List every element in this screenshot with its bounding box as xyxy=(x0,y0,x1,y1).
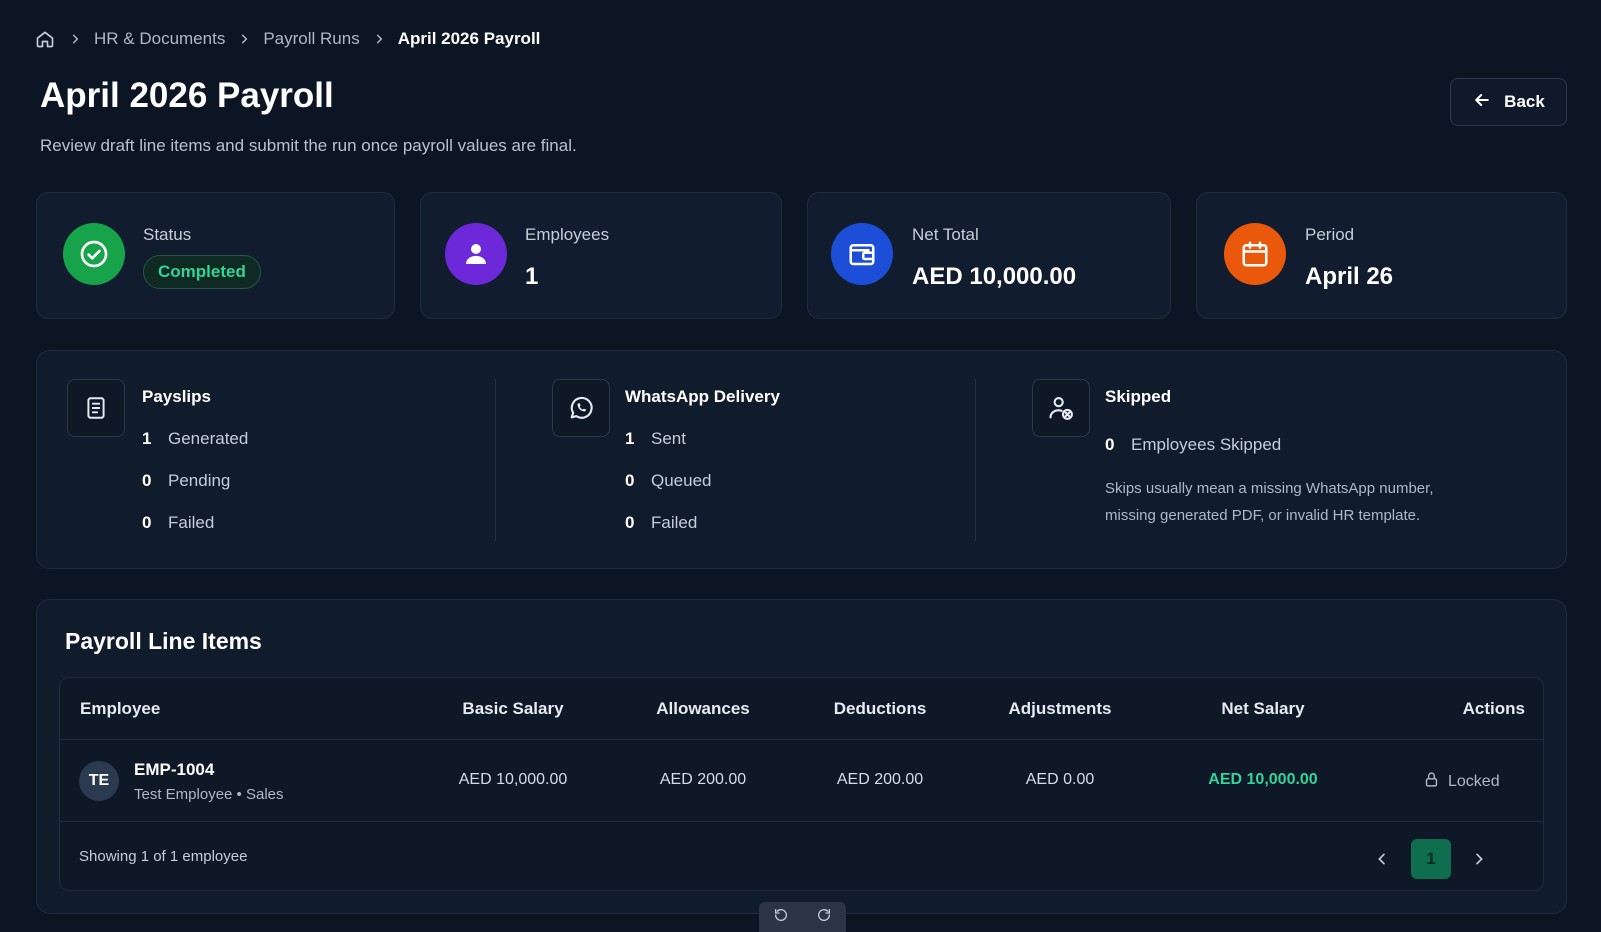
rotate-left-icon[interactable] xyxy=(773,907,789,928)
stat-value: AED 10,000.00 xyxy=(912,263,1077,290)
column-header: Allowances xyxy=(656,699,750,718)
user-remove-icon xyxy=(1032,379,1090,437)
home-icon[interactable] xyxy=(34,28,56,50)
stat-value: 1 xyxy=(525,263,539,290)
stat-label: Status xyxy=(143,225,192,244)
breadcrumb-item-payroll-runs[interactable]: Payroll Runs xyxy=(263,29,359,49)
column-header: Actions xyxy=(1462,699,1525,718)
whatsapp-icon xyxy=(552,379,610,437)
whatsapp-delivery-section: WhatsApp Delivery 1 Sent 0 Queued 0 Fail… xyxy=(497,351,975,570)
whatsapp-queued: 0 Queued xyxy=(625,471,712,490)
payslips-failed: 0 Failed xyxy=(142,513,215,532)
payroll-line-items-panel: Payroll Line Items Employee Basic Salary… xyxy=(36,599,1567,914)
check-circle-icon xyxy=(63,223,125,285)
column-header: Deductions xyxy=(833,699,927,718)
breadcrumb-item-hr-documents[interactable]: HR & Documents xyxy=(94,29,225,49)
allowances-cell: AED 200.00 xyxy=(659,771,747,788)
net-salary-cell: AED 10,000.00 xyxy=(1208,771,1318,788)
calendar-icon xyxy=(1224,223,1286,285)
section-divider xyxy=(495,379,496,541)
arrow-left-icon xyxy=(1472,90,1492,115)
payslips-generated: 1 Generated xyxy=(142,429,249,448)
user-icon xyxy=(445,223,507,285)
payslips-section: Payslips 1 Generated 0 Pending 0 Failed xyxy=(37,351,497,570)
whatsapp-delivery-title: WhatsApp Delivery xyxy=(625,387,780,406)
section-divider xyxy=(975,379,976,541)
previous-page-button[interactable] xyxy=(1362,839,1402,879)
avatar: TE xyxy=(79,761,119,801)
back-button[interactable]: Back xyxy=(1450,78,1567,126)
employee-meta: Test Employee • Sales xyxy=(134,786,284,803)
table-row[interactable]: TE EMP-1004 Test Employee • Sales AED 10… xyxy=(60,740,1543,822)
page-button-1[interactable]: 1 xyxy=(1411,839,1451,879)
chevron-right-icon xyxy=(236,31,252,47)
stat-label: Period xyxy=(1305,225,1355,244)
employees-skipped: 0 Employees Skipped xyxy=(1105,435,1282,454)
employee-code: EMP-1004 xyxy=(134,760,215,779)
basic-salary-cell: AED 10,000.00 xyxy=(458,771,568,788)
column-header: Employee xyxy=(80,699,161,718)
stat-card-status: Status Completed xyxy=(36,192,395,319)
locked-label: Locked xyxy=(1448,773,1500,790)
rotate-right-icon[interactable] xyxy=(816,907,832,928)
deductions-cell: AED 200.00 xyxy=(836,771,924,788)
payslips-title: Payslips xyxy=(142,387,211,406)
page-subtitle: Review draft line items and submit the r… xyxy=(40,136,577,155)
back-button-label: Back xyxy=(1504,92,1545,111)
lock-icon xyxy=(1423,771,1440,793)
stat-card-employees: Employees 1 xyxy=(420,192,782,319)
chevron-right-icon xyxy=(371,31,387,47)
table-footer: Showing 1 of 1 employee 1 xyxy=(60,822,1543,890)
delivery-summary-panel: Payslips 1 Generated 0 Pending 0 Failed … xyxy=(36,350,1567,569)
wallet-icon xyxy=(831,223,893,285)
adjustments-cell: AED 0.00 xyxy=(1025,771,1095,788)
stat-card-net-total: Net Total AED 10,000.00 xyxy=(807,192,1171,319)
pagination-summary: Showing 1 of 1 employee xyxy=(79,848,248,865)
skipped-section: Skipped 0 Employees Skipped Skips usuall… xyxy=(977,351,1566,570)
stat-value: April 26 xyxy=(1305,263,1394,290)
chevron-right-icon xyxy=(67,31,83,47)
whatsapp-failed: 0 Failed xyxy=(625,513,698,532)
document-icon xyxy=(67,379,125,437)
breadcrumb-current: April 2026 Payroll xyxy=(397,29,541,48)
stat-label: Employees xyxy=(525,225,610,244)
stat-card-period: Period April 26 xyxy=(1196,192,1567,319)
stat-label: Net Total xyxy=(912,225,979,244)
section-title: Payroll Line Items xyxy=(65,628,262,654)
breadcrumb: HR & Documents Payroll Runs April 2026 P… xyxy=(34,28,540,50)
payslips-pending: 0 Pending xyxy=(142,471,231,490)
skipped-note: Skips usually mean a missing WhatsApp nu… xyxy=(1105,480,1434,524)
page-title: April 2026 Payroll xyxy=(40,76,334,115)
skipped-title: Skipped xyxy=(1105,387,1172,406)
floating-toolbar xyxy=(759,902,846,932)
line-items-table: Employee Basic Salary Allowances Deducti… xyxy=(59,677,1544,891)
status-badge: Completed xyxy=(143,255,261,289)
column-header: Adjustments xyxy=(1008,699,1112,718)
next-page-button[interactable] xyxy=(1459,839,1499,879)
table-header: Employee Basic Salary Allowances Deducti… xyxy=(60,678,1543,740)
locked-status: Locked xyxy=(1423,771,1500,793)
column-header: Net Salary xyxy=(1221,699,1305,718)
column-header: Basic Salary xyxy=(462,699,564,718)
whatsapp-sent: 1 Sent xyxy=(625,429,686,448)
